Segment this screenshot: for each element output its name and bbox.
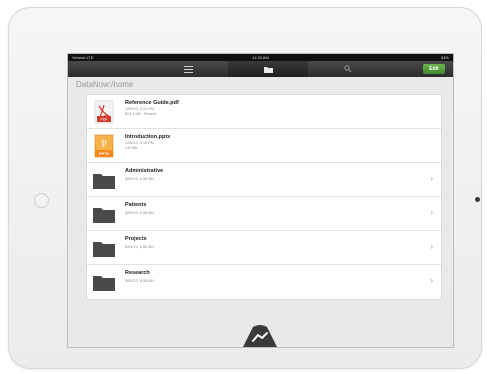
list-view-tab[interactable] — [148, 61, 228, 77]
list-item-file[interactable]: PDF Reference Guide.pdf 1/09/13, 3:01 PM… — [87, 95, 441, 129]
folder-name: Projects — [125, 236, 147, 242]
file-list: PDF Reference Guide.pdf 1/09/13, 3:01 PM… — [86, 94, 442, 300]
list-item-folder[interactable]: Patients 5/09/13, 6:55 AM › — [87, 197, 441, 231]
app-screen: Verizon LTE 11:20 AM 94% Edit DataNow:/h… — [68, 54, 453, 347]
folder-name: Administrative — [125, 168, 164, 174]
chevron-right-icon: › — [430, 276, 433, 285]
chevron-right-icon: › — [430, 208, 433, 217]
folder-view-tab[interactable] — [228, 61, 308, 77]
file-date: 1/09/13, 3:01 PM — [125, 107, 154, 111]
folder-date: 5/09/13, 6:55 AM — [125, 245, 154, 249]
folder-name: Research — [125, 270, 150, 276]
edit-button[interactable]: Edit — [423, 64, 445, 74]
folder-name: Patients — [125, 202, 147, 208]
folder-date: 5/09/13, 6:55 AM — [125, 211, 154, 215]
status-bar: Verizon LTE 11:20 AM 94% — [68, 54, 453, 61]
pdf-file-icon: PDF — [94, 100, 114, 124]
list-item-folder[interactable]: Administrative 5/09/13, 6:55 AM › — [87, 163, 441, 197]
file-name: Reference Guide.pdf — [125, 100, 179, 106]
folder-icon — [263, 66, 273, 73]
svg-text:PDF: PDF — [101, 118, 108, 122]
file-detail: 1.6 MB — [125, 146, 138, 150]
home-button[interactable] — [34, 193, 49, 208]
toolbar: Edit — [68, 61, 453, 77]
file-detail: 603.4 KB · Recent — [125, 112, 157, 116]
folder-icon — [93, 276, 115, 291]
folder-date: 5/09/13, 6:55 AM — [125, 279, 154, 283]
list-item-folder[interactable]: Research 5/09/13, 6:55 AM › — [87, 265, 441, 299]
ipad-device: Verizon LTE 11:20 AM 94% Edit DataNow:/h… — [8, 7, 482, 369]
clock-label: 11:20 AM — [252, 55, 269, 60]
chevron-right-icon: › — [430, 242, 433, 251]
chevron-right-icon: › — [430, 174, 433, 183]
search-icon — [344, 65, 352, 73]
breadcrumb-path: DataNow:/home — [76, 80, 134, 89]
folder-date: 5/09/13, 6:55 AM — [125, 177, 154, 181]
folder-icon — [93, 174, 115, 189]
list-item-file[interactable]: P PPTX Introduction.pptx 1/09/13, 3:10 P… — [87, 129, 441, 163]
camera-icon — [475, 197, 480, 202]
file-name: Introduction.pptx — [125, 134, 171, 140]
file-date: 1/09/13, 3:10 PM — [125, 141, 154, 145]
battery-label: 94% — [440, 55, 449, 60]
search-tab[interactable] — [308, 61, 388, 77]
pptx-file-icon: P PPTX — [94, 134, 114, 158]
list-item-folder[interactable]: Projects 5/09/13, 6:55 AM › — [87, 231, 441, 265]
list-icon — [183, 65, 193, 73]
folder-icon — [93, 208, 115, 223]
svg-text:PPTX: PPTX — [99, 152, 109, 156]
stage: Verizon LTE 11:20 AM 94% Edit DataNow:/h… — [0, 0, 487, 374]
app-logo-handle-icon[interactable] — [243, 323, 277, 347]
folder-icon — [93, 242, 115, 257]
svg-text:P: P — [101, 139, 107, 150]
